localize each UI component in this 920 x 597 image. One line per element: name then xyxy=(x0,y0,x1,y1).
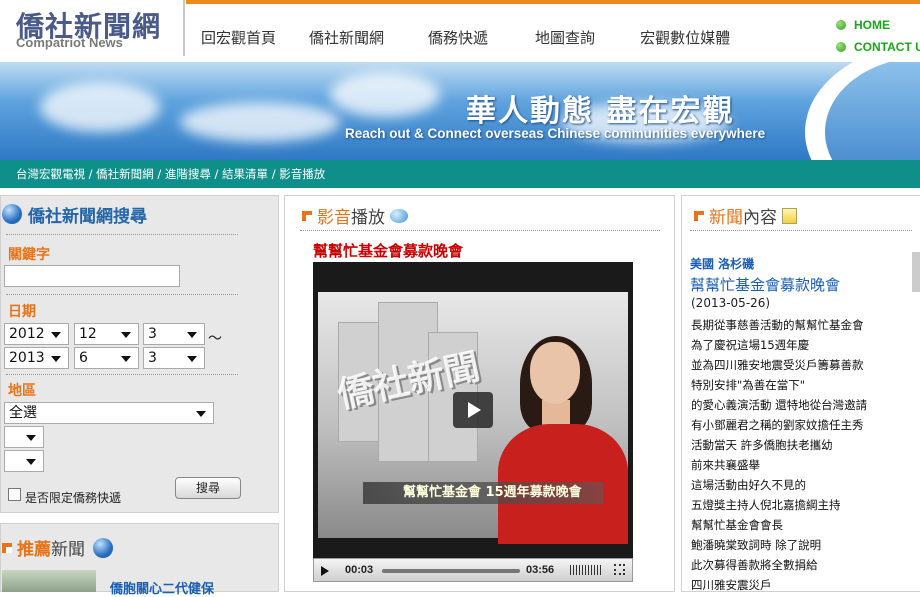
news-body: 長期從事慈善活動的幫幫忙基金會 為了慶祝這場15週年慶 並為四川雅安地震受災戶籌… xyxy=(691,315,911,595)
top-header: 僑社新聞網 Compatriot News 回宏觀首頁 僑社新聞網 僑務快遞 地… xyxy=(0,0,920,62)
video-header: 影音 播放 xyxy=(302,203,408,228)
video-controls: 00:03 03:56 xyxy=(313,558,633,582)
divider xyxy=(690,230,912,231)
nav-item-news[interactable]: 僑社新聞網 xyxy=(309,27,384,48)
note-icon xyxy=(782,207,797,224)
news-line: 五燈獎主持人倪北嘉擔綱主持 xyxy=(691,498,841,512)
total-time: 03:56 xyxy=(526,564,555,576)
breadcrumb[interactable]: 台灣宏觀電視 / 僑社新聞網 / 進階搜尋 / 結果清單 / 影音播放 xyxy=(16,166,325,182)
news-location: 美國 洛杉磯 xyxy=(690,257,755,271)
date-from-year-select[interactable]: 2012 xyxy=(4,323,69,345)
play-overlay-icon[interactable] xyxy=(453,392,493,428)
news-line: 特別安排"為善在當下" xyxy=(691,378,806,392)
date-label: 日期 xyxy=(8,304,36,320)
recommended-header: 推薦 新聞 xyxy=(2,535,119,560)
keyword-input[interactable] xyxy=(4,265,180,287)
news-date: (2013-05-26) xyxy=(691,296,771,310)
home-link[interactable]: HOME xyxy=(836,14,920,36)
play-icon[interactable] xyxy=(321,566,329,576)
region-select[interactable]: 全選 xyxy=(4,402,214,424)
keyword-label: 關鍵字 xyxy=(8,247,50,263)
volume-icon[interactable] xyxy=(570,565,602,575)
date-to-day-select[interactable]: 3 xyxy=(143,347,205,369)
express-only-label: 是否限定僑務快遞 xyxy=(25,491,122,505)
date-to-month-select[interactable]: 6 xyxy=(74,347,139,369)
section-icon xyxy=(2,542,12,553)
video-title: 幫幫忙基金會募款晚會 xyxy=(313,242,464,260)
date-from-month-select[interactable]: 12 xyxy=(74,323,139,345)
recommended-title-b: 新聞 xyxy=(51,540,85,560)
bullet-icon xyxy=(836,42,846,52)
news-line: 的愛心義演活動 還特地從台灣邀請 xyxy=(691,398,868,412)
express-only-checkbox[interactable] xyxy=(8,488,21,501)
banner-subtitle: Reach out & Connect overseas Chinese com… xyxy=(345,126,766,141)
speech-bubble-icon xyxy=(390,208,408,223)
news-line: 此次募得善款將全數捐給 xyxy=(691,558,818,572)
section-icon xyxy=(694,210,704,221)
banner: 華人動態 盡在宏觀 Reach out & Connect overseas C… xyxy=(0,62,920,160)
news-line: 前來共襄盛舉 xyxy=(691,458,760,472)
seek-bar[interactable] xyxy=(382,569,520,573)
search-button[interactable]: 搜尋 xyxy=(175,477,241,499)
side-links: HOME CONTACT US xyxy=(836,14,920,58)
news-line: 這場活動由好久不見的 xyxy=(691,478,806,492)
video-title-a: 影音 xyxy=(317,208,351,228)
divider xyxy=(6,374,238,375)
news-line: 鮑潘曉棠致詞時 除了說明 xyxy=(691,538,822,552)
news-line: 為了慶祝這場15週年慶 xyxy=(691,338,810,352)
globe-icon xyxy=(2,204,22,224)
news-anchor xyxy=(498,336,628,544)
region-label: 地區 xyxy=(8,383,36,399)
banner-title: 華人動態 盡在宏觀 xyxy=(466,94,735,129)
news-line: 有小鄧麗君之稱的劉家妏擔任主秀 xyxy=(691,418,864,432)
site-logo-english[interactable]: Compatriot News xyxy=(16,35,123,50)
date-from-day-select[interactable]: 3 xyxy=(143,323,205,345)
contact-link[interactable]: CONTACT US xyxy=(836,36,920,58)
video-title-b: 播放 xyxy=(351,208,385,228)
scrollbar-thumb[interactable] xyxy=(912,252,920,292)
region-sub-select-1[interactable] xyxy=(4,426,44,448)
fullscreen-icon[interactable] xyxy=(614,564,625,575)
news-line: 並為四川雅安地震受災戶籌募善款 xyxy=(691,358,864,372)
nav-item-media[interactable]: 宏觀數位媒體 xyxy=(640,27,730,48)
divider xyxy=(300,230,660,231)
nav-item-map[interactable]: 地圖查詢 xyxy=(535,27,595,48)
news-line: 活動當天 許多僑胞扶老攜幼 xyxy=(691,438,833,452)
news-title-a: 新聞 xyxy=(709,208,743,228)
news-title: 幫幫忙基金會募款晚會 xyxy=(690,276,841,294)
region-sub-select-2[interactable] xyxy=(4,450,44,472)
nav-item-express[interactable]: 僑務快遞 xyxy=(428,27,488,48)
section-icon xyxy=(302,210,312,221)
main-nav: 回宏觀首頁 僑社新聞網 僑務快遞 地圖查詢 宏觀數位媒體 xyxy=(190,27,730,48)
date-separator: ～ xyxy=(208,331,222,347)
header-accent-line xyxy=(186,0,920,4)
news-title-b: 內容 xyxy=(743,208,777,228)
current-time: 00:03 xyxy=(345,564,374,576)
bullet-icon xyxy=(836,20,846,30)
divider xyxy=(6,294,238,295)
video-player[interactable]: 僑社新聞 幫幫忙基金會 15週年募款晚會 xyxy=(313,262,633,558)
divider xyxy=(6,234,238,235)
date-to-year-select[interactable]: 2013 xyxy=(4,347,69,369)
globe-icon xyxy=(93,537,113,558)
logo-divider xyxy=(183,0,185,56)
search-panel-header: 僑社新聞網搜尋 xyxy=(0,197,240,231)
news-line: 四川雅安震災戶 xyxy=(691,578,772,592)
news-line: 幫幫忙基金會會長 xyxy=(691,518,783,532)
nav-item-home[interactable]: 回宏觀首頁 xyxy=(201,27,276,48)
news-line: 長期從事慈善活動的幫幫忙基金會 xyxy=(691,318,864,332)
video-caption: 幫幫忙基金會 15週年募款晚會 xyxy=(363,482,603,504)
recommended-item-link[interactable]: 僑胞關心二代健保 xyxy=(110,578,214,597)
recommended-thumbnail[interactable] xyxy=(2,570,96,592)
search-panel-title: 僑社新聞網搜尋 xyxy=(28,206,147,227)
news-header: 新聞 內容 xyxy=(694,203,797,228)
recommended-title-a: 推薦 xyxy=(17,540,51,560)
